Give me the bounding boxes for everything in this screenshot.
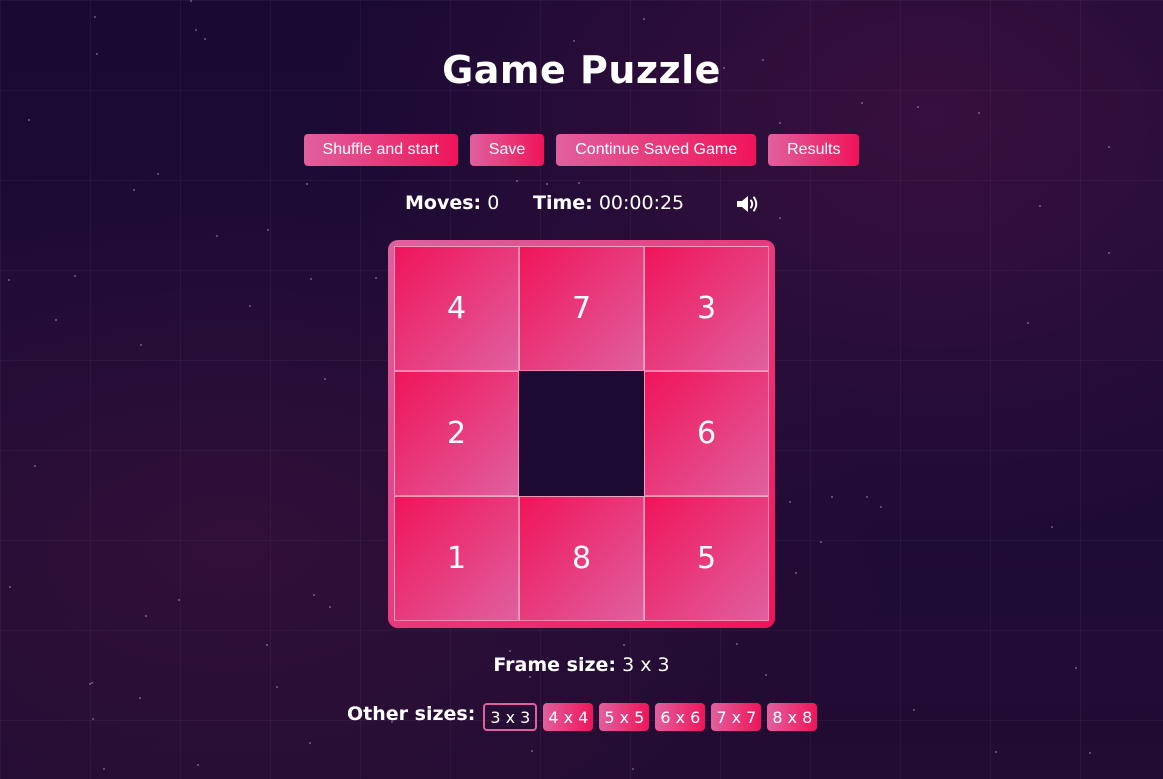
star-dot [178,599,180,601]
star-dot [204,38,206,40]
star-dot [509,650,511,652]
star-dot [736,643,738,645]
moves-stat: Moves: 0 [405,192,533,214]
star-dot [578,182,580,184]
frame-size-info: Frame size: 3 x 3 [0,654,1163,676]
puzzle-tile[interactable]: 5 [644,496,769,621]
moves-value: 0 [487,192,500,214]
other-sizes-label: Other sizes: [347,703,476,725]
frame-size-label: Frame size: [493,654,617,676]
star-dot [831,496,833,498]
star-dot [820,541,822,543]
star-dot [89,683,91,685]
stats-bar: Moves: 0 Time: 00:00:25 [405,191,761,215]
star-dot [249,305,251,307]
star-dot [140,344,142,346]
star-dot [978,112,980,114]
star-dot [995,751,997,753]
puzzle-tile[interactable]: 7 [519,246,644,371]
star-dot [643,18,645,20]
star-dot [779,122,781,124]
star-dot [133,189,135,191]
star-dot [157,173,159,175]
star-dot [324,378,326,380]
star-dot [1089,752,1091,754]
star-dot [917,106,919,108]
star-dot [516,180,518,182]
star-dot [139,697,141,699]
shuffle-and-start-button[interactable]: Shuffle and start [303,134,458,166]
star-dot [531,750,533,752]
star-dot [329,606,331,608]
star-dot [190,0,192,2]
puzzle-tile[interactable]: 2 [394,371,519,496]
star-dot [573,40,575,42]
star-dot [529,676,531,678]
continue-saved-game-button[interactable]: Continue Saved Game [556,134,757,166]
puzzle-tile[interactable]: 6 [644,371,769,496]
empty-cell [519,371,644,496]
star-dot [309,742,311,744]
star-dot [276,686,278,688]
star-dot [1039,205,1041,207]
star-dot [795,572,797,574]
star-dot [1027,322,1029,324]
star-dot [9,586,11,588]
moves-label: Moves: [405,192,482,214]
star-dot [92,718,94,720]
puzzle-grid: 47326185 [394,246,769,621]
frame-size-value: 3 x 3 [622,654,670,676]
star-dot [267,229,269,231]
save-button[interactable]: Save [469,134,545,166]
star-dot [91,682,93,684]
star-dot [375,277,377,279]
size-option-button[interactable]: 6 x 6 [655,703,706,731]
star-dot [216,235,218,237]
star-dot [779,217,781,219]
other-sizes-bar: Other sizes: 3 x 34 x 45 x 56 x 67 x 78 … [347,703,818,731]
puzzle-tile[interactable]: 1 [394,496,519,621]
star-dot [310,278,312,280]
puzzle-board: 47326185 [388,240,775,628]
puzzle-tile[interactable]: 3 [644,246,769,371]
star-dot [197,764,199,766]
star-dot [546,183,548,185]
time-stat: Time: 00:00:25 [533,192,735,214]
star-dot [1108,252,1110,254]
star-dot [28,119,30,121]
results-button[interactable]: Results [768,134,860,166]
size-option-button[interactable]: 8 x 8 [767,703,818,731]
size-option-button[interactable]: 4 x 4 [543,703,594,731]
star-dot [34,465,36,467]
star-dot [866,496,868,498]
size-option-button[interactable]: 5 x 5 [599,703,650,731]
star-dot [880,506,882,508]
star-dot [195,29,197,31]
size-option-button[interactable]: 3 x 3 [483,703,538,731]
puzzle-tile[interactable]: 8 [519,496,644,621]
star-dot [623,644,625,646]
speaker-volume-icon[interactable] [735,193,761,215]
size-option-button[interactable]: 7 x 7 [711,703,762,731]
star-dot [266,644,268,646]
star-dot [313,594,315,596]
star-dot [145,615,147,617]
star-dot [306,183,308,185]
puzzle-tile[interactable]: 4 [394,246,519,371]
star-dot [8,279,10,281]
star-dot [913,709,915,711]
time-label: Time: [533,192,593,214]
star-dot [55,319,57,321]
star-dot [632,768,634,770]
star-dot [74,275,76,277]
star-dot [789,501,791,503]
page-title: Game Puzzle [442,48,721,92]
star-dot [861,102,863,104]
time-value: 00:00:25 [598,192,685,214]
controls-bar: Shuffle and start Save Continue Saved Ga… [0,134,1163,166]
star-dot [94,16,96,18]
star-dot [1051,526,1053,528]
star-dot [103,768,105,770]
